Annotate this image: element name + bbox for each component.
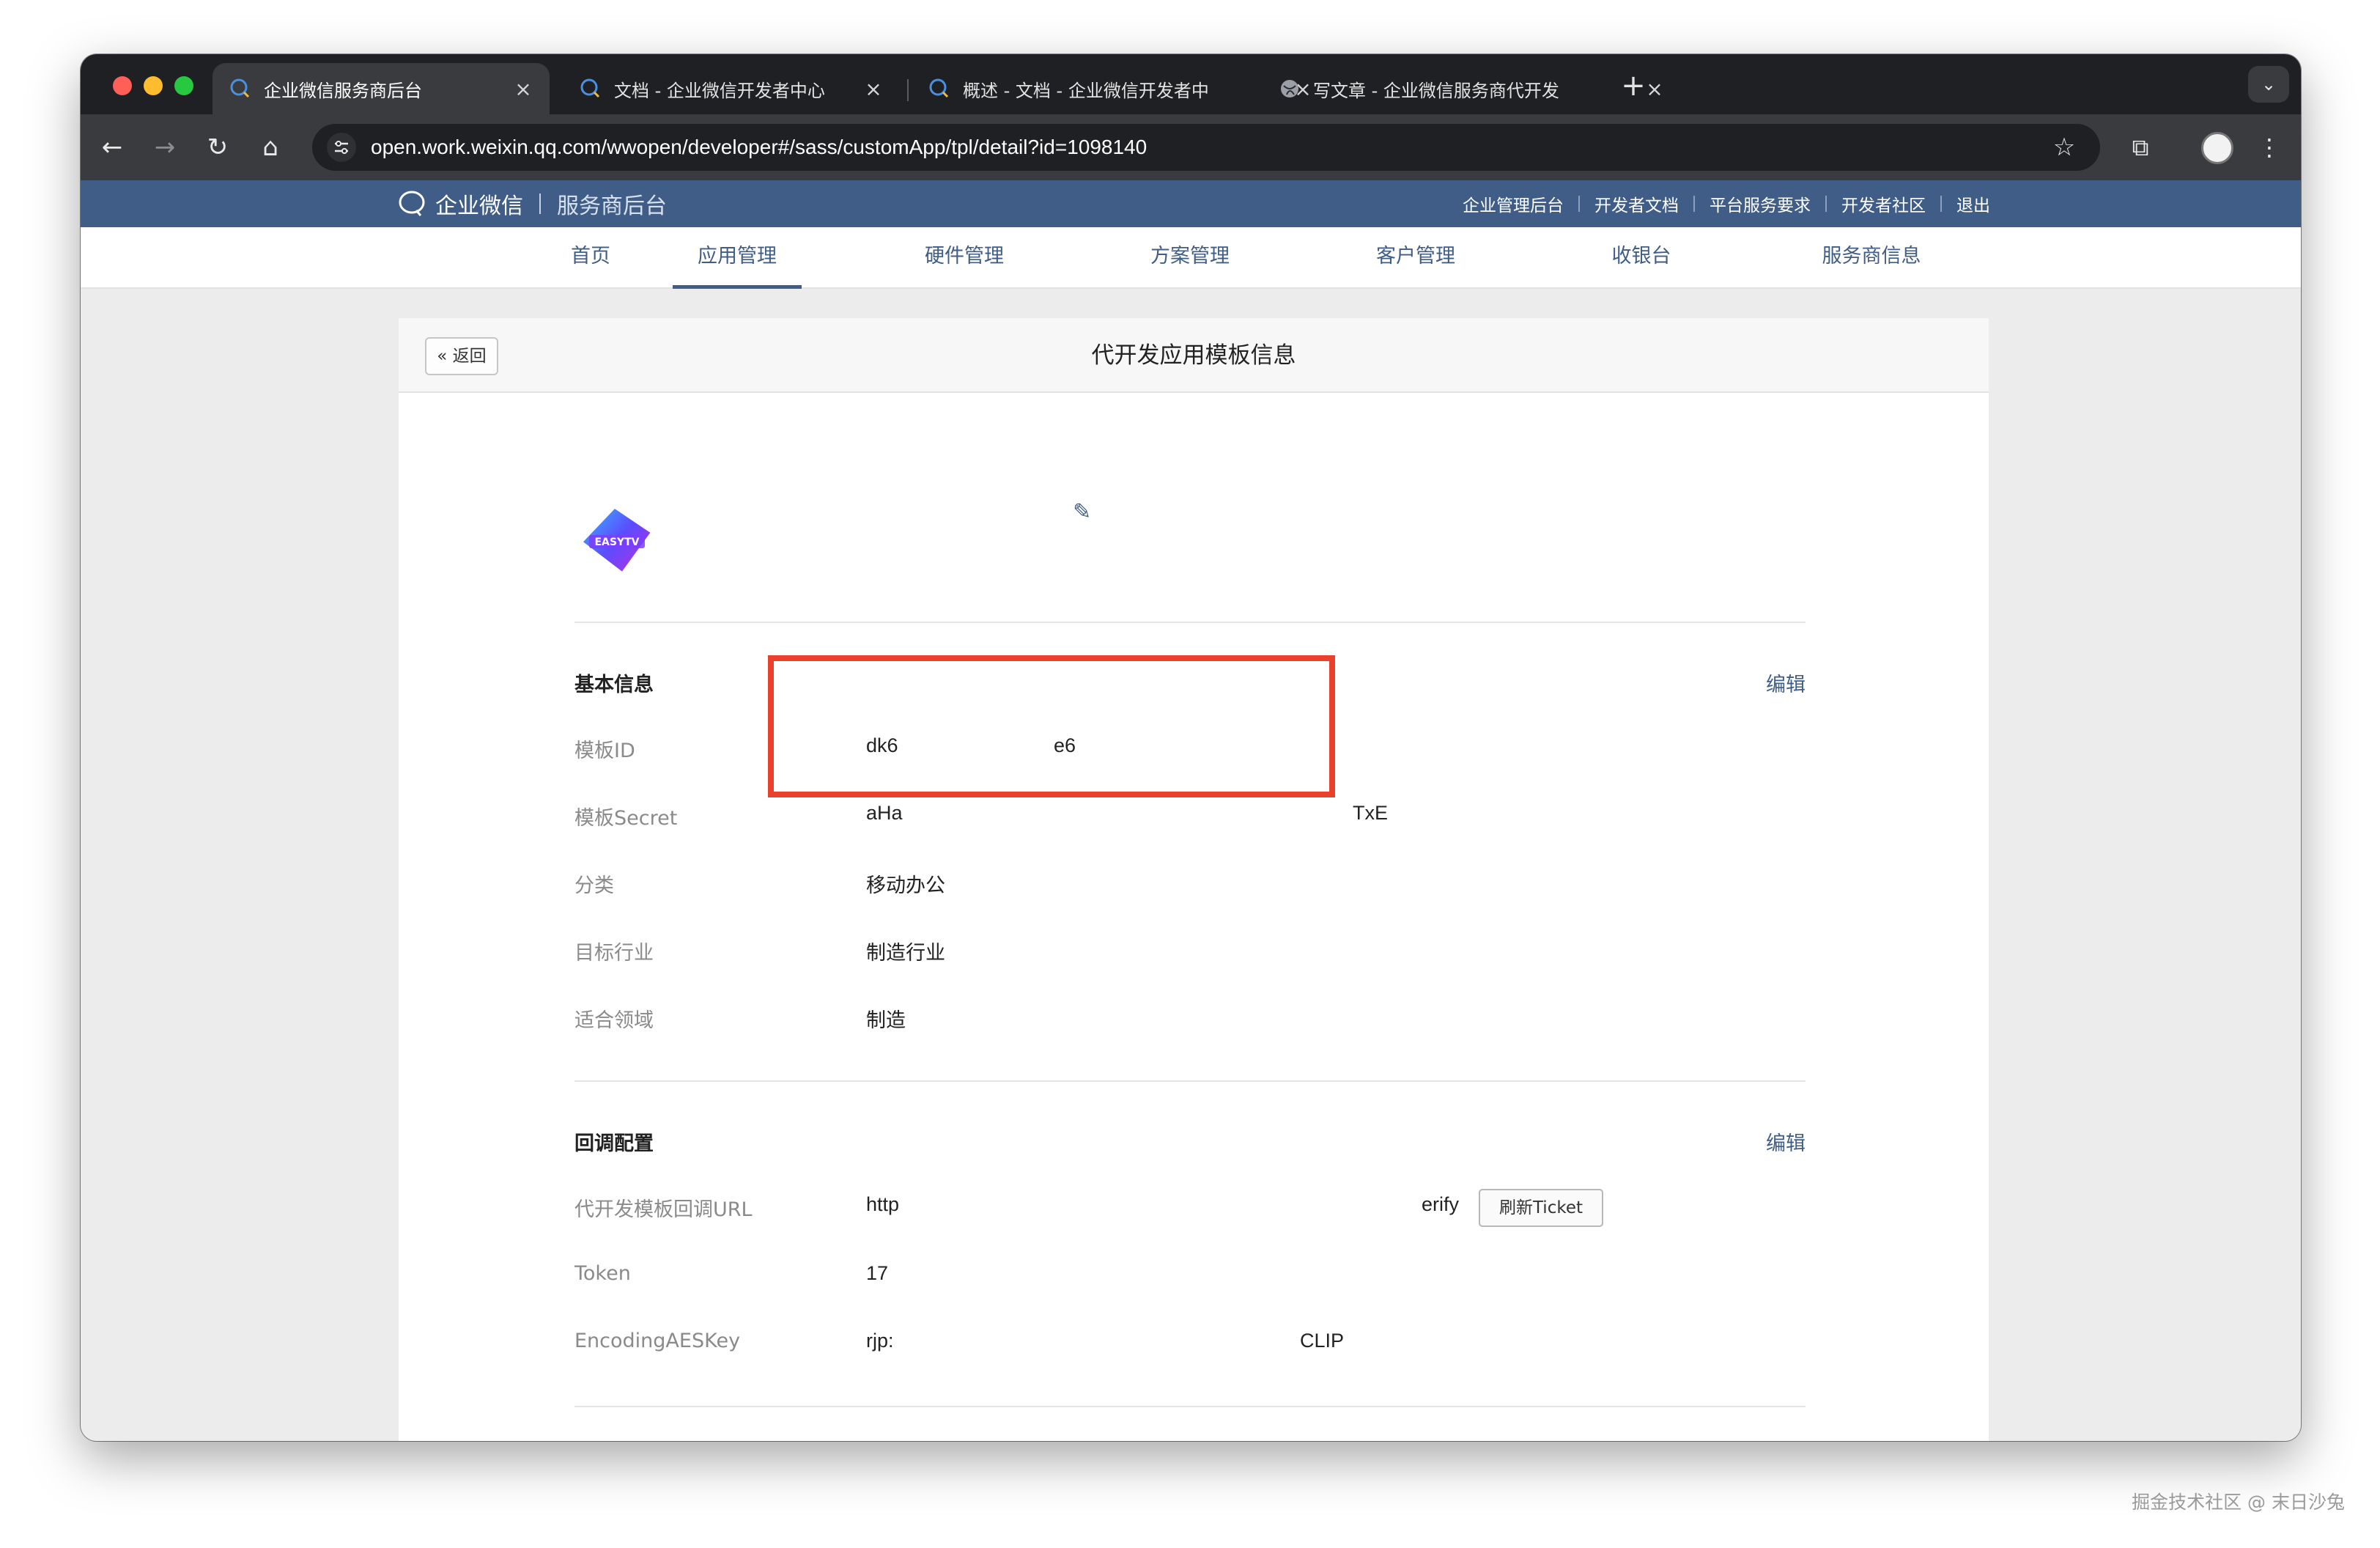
link-logout[interactable]: 退出 <box>1956 191 1990 216</box>
zoom-window-button[interactable] <box>174 76 193 95</box>
app-logo-text: EASYTV <box>594 537 639 548</box>
target-industry-label: 目标行业 <box>574 942 654 965</box>
brand[interactable]: 企业微信 服务商后台 <box>397 180 667 227</box>
app-logo: EASYTV <box>583 509 651 572</box>
basic-info-title: 基本信息 <box>574 674 654 696</box>
reload-icon[interactable]: ↻ <box>199 129 236 166</box>
link-separator <box>1693 196 1695 212</box>
link-separator <box>1578 196 1580 212</box>
nav-provider-info[interactable]: 服务商信息 <box>1784 227 1959 289</box>
close-tab-icon[interactable]: × <box>863 77 884 101</box>
browser-tab[interactable]: 企业微信服务商后台 × <box>212 63 550 114</box>
link-platform-requirements[interactable]: 平台服务要求 <box>1710 191 1811 216</box>
url-text: open.work.weixin.qq.com/wwopen/developer… <box>371 136 1148 158</box>
tab-title: 文档 - 企业微信开发者中心 <box>614 80 825 101</box>
callback-url-label: 代开发模板回调URL <box>574 1198 753 1221</box>
nav-hardware-management[interactable]: 硬件管理 <box>891 227 1038 289</box>
tab-strip: 企业微信服务商后台 × 文档 - 企业微信开发者中心 × 概述 - 文档 - 企… <box>81 54 2301 114</box>
template-secret-label: 模板Secret <box>574 807 678 830</box>
browser-window: 企业微信服务商后台 × 文档 - 企业微信开发者中心 × 概述 - 文档 - 企… <box>81 54 2301 1441</box>
wecom-icon <box>230 78 250 98</box>
template-secret-value-end: TxE <box>1353 802 1389 824</box>
domain-value: 制造 <box>866 1009 906 1032</box>
highlight-box <box>768 655 1335 797</box>
site-settings-icon[interactable] <box>327 133 356 162</box>
minimize-window-button[interactable] <box>144 76 163 95</box>
extensions-icon[interactable]: ⧉ <box>2122 129 2159 166</box>
tab-title: 概述 - 文档 - 企业微信开发者中 <box>963 80 1209 101</box>
browser-toolbar: ← → ↻ ⌂ open.work.weixin.qq.com/wwopen/d… <box>81 114 2301 180</box>
nav-cashier[interactable]: 收银台 <box>1575 227 1707 289</box>
callback-url-value-start: http <box>866 1193 900 1215</box>
top-links: 企业管理后台 开发者文档 平台服务要求 开发者社区 退出 <box>1463 180 1990 227</box>
back-button[interactable]: « 返回 <box>425 337 498 375</box>
new-tab-button[interactable]: + <box>1615 67 1652 104</box>
tab-title: 写文章 - 企业微信服务商代开发 <box>1313 80 1559 101</box>
chevron-down-icon: ⌄ <box>2261 74 2277 95</box>
template-secret-value-start: aHa <box>866 802 903 824</box>
brand-subtitle: 服务商后台 <box>557 194 667 219</box>
link-developer-community[interactable]: 开发者社区 <box>1841 191 1926 216</box>
callback-config-title: 回调配置 <box>574 1132 654 1155</box>
close-tab-icon[interactable]: × <box>513 77 533 101</box>
bookmark-star-icon[interactable]: ☆ <box>2046 129 2082 166</box>
basic-info-edit-link[interactable]: 编辑 <box>1766 668 1806 697</box>
brand-divider <box>539 194 541 214</box>
nav-home[interactable]: 首页 <box>532 227 649 289</box>
site-header: 企业微信 服务商后台 企业管理后台 开发者文档 平台服务要求 开发者社区 退出 <box>81 180 2301 227</box>
home-icon[interactable]: ⌂ <box>252 129 289 166</box>
token-label: Token <box>574 1262 631 1285</box>
wecom-logo-icon <box>399 191 425 216</box>
template-id-label: 模板ID <box>574 740 635 762</box>
page-title: 代开发应用模板信息 <box>1091 342 1296 369</box>
callback-url-value-end: erify <box>1422 1193 1460 1215</box>
brand-name: 企业微信 <box>435 194 523 219</box>
refresh-ticket-button[interactable]: 刷新Ticket <box>1479 1189 1603 1227</box>
divider <box>574 1080 1806 1082</box>
profile-avatar[interactable] <box>2201 132 2233 164</box>
callback-config-edit-link[interactable]: 编辑 <box>1766 1127 1806 1156</box>
forward-arrow-icon[interactable]: → <box>147 129 183 166</box>
globe-icon <box>1281 80 1298 97</box>
link-separator <box>1940 196 1942 212</box>
main-nav: 首页 应用管理 硬件管理 方案管理 客户管理 收银台 服务商信息 <box>81 227 2301 289</box>
tab-separator <box>907 79 909 101</box>
aes-key-label: EncodingAESKey <box>574 1330 741 1352</box>
back-arrow-icon[interactable]: ← <box>94 129 130 166</box>
divider <box>574 1406 1806 1407</box>
aes-key-value-end: CLIP <box>1300 1330 1345 1352</box>
wecom-icon <box>580 78 600 98</box>
target-industry-value: 制造行业 <box>866 942 945 965</box>
category-label: 分类 <box>574 874 614 897</box>
link-enterprise-admin[interactable]: 企业管理后台 <box>1463 191 1564 216</box>
domain-label: 适合领域 <box>574 1009 654 1032</box>
browser-tab[interactable]: 文档 - 企业微信开发者中心 × <box>563 63 900 114</box>
link-developer-docs[interactable]: 开发者文档 <box>1594 191 1679 216</box>
more-menu-icon[interactable]: ⋮ <box>2251 129 2288 166</box>
link-separator <box>1825 196 1827 212</box>
panel-header: 代开发应用模板信息 « 返回 <box>399 318 1989 393</box>
nav-customer-management[interactable]: 客户管理 <box>1342 227 1489 289</box>
nav-app-management[interactable]: 应用管理 <box>673 227 802 289</box>
token-value: 17 <box>866 1262 889 1284</box>
watermark: 掘金技术社区 @ 末日沙兔 <box>2132 1492 2345 1513</box>
tab-title: 企业微信服务商后台 <box>264 80 422 101</box>
tab-search-button[interactable]: ⌄ <box>2248 66 2289 103</box>
template-detail-panel: 代开发应用模板信息 « 返回 EASYTV ✎ 基本信息 编辑 模板ID dk6… <box>399 318 1989 1441</box>
category-value: 移动办公 <box>866 874 945 897</box>
close-window-button[interactable] <box>113 76 132 95</box>
address-bar[interactable]: open.work.weixin.qq.com/wwopen/developer… <box>312 124 2100 171</box>
edit-name-icon[interactable]: ✎ <box>1073 500 1098 525</box>
divider <box>574 622 1806 623</box>
aes-key-value-start: rjp: <box>866 1330 894 1352</box>
nav-solution-management[interactable]: 方案管理 <box>1117 227 1263 289</box>
wecom-icon <box>929 78 949 98</box>
